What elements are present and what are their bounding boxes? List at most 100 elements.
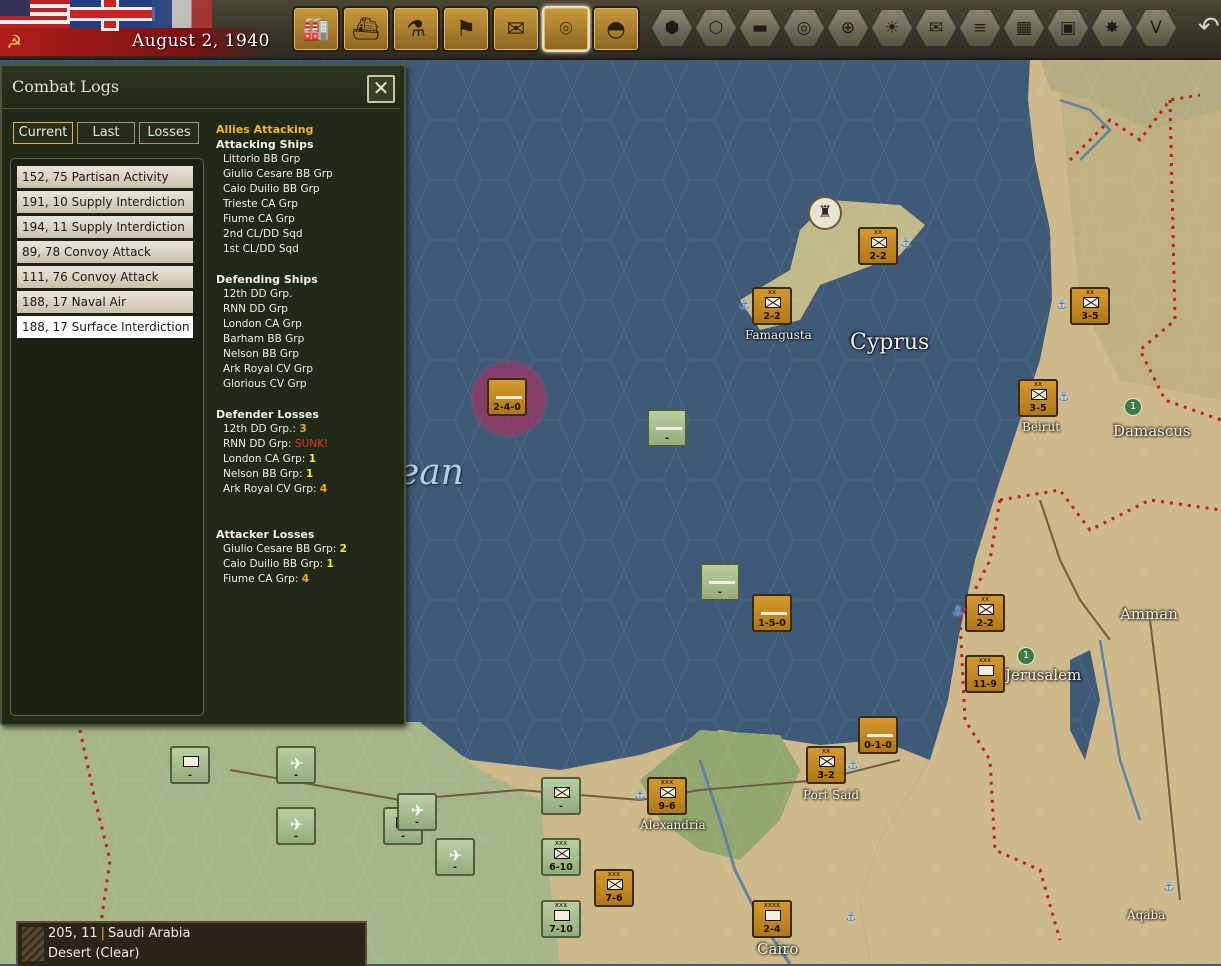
- defending-ship: London CA Grp: [223, 318, 302, 330]
- defending-ships-header: Defending Ships: [216, 273, 318, 286]
- log-entry[interactable]: 194, 11 Supply Interdiction: [17, 216, 193, 238]
- allied-unit-armor[interactable]: xxx 7-10: [541, 900, 581, 938]
- filter-grid-button[interactable]: ▦: [1004, 10, 1044, 46]
- attacking-ship: Giulio Cesare BB Grp: [223, 168, 333, 180]
- allied-air-unit[interactable]: ✈ -: [397, 793, 437, 831]
- filter-hex-grid-button[interactable]: ⬢: [652, 10, 692, 46]
- undo-icon[interactable]: ↶: [1198, 12, 1220, 42]
- axis-unit-infantry[interactable]: xxx 7-6: [594, 869, 634, 907]
- port-anchor-icon: ⚓: [847, 758, 859, 773]
- victory-point-marker: 1: [1124, 398, 1142, 416]
- axis-unit-armor[interactable]: xxx 11-9: [965, 655, 1005, 693]
- coins-icon: ◎: [796, 18, 812, 38]
- filter-naval-button[interactable]: ≡: [960, 10, 1000, 46]
- crosshair-icon: ⊕: [840, 18, 856, 38]
- filter-combat-button[interactable]: ✸: [1092, 10, 1132, 46]
- label-famagusta: Famagusta: [745, 328, 812, 342]
- filter-target-button[interactable]: ⊕: [828, 10, 868, 46]
- axis-unit-infantry[interactable]: xx 3-2: [806, 746, 846, 784]
- axis-unit-infantry[interactable]: xx 2-2: [858, 227, 898, 265]
- defending-ship: 12th DD Grp.: [223, 288, 293, 300]
- filter-weather-button[interactable]: ☀: [872, 10, 912, 46]
- log-entry[interactable]: 89, 78 Convoy Attack: [17, 241, 193, 263]
- hex-coordinates: 205, 11 | Saudi Arabia: [48, 926, 191, 941]
- helmet-icon: ◓: [606, 16, 626, 42]
- intelligence-button[interactable]: ⌾: [542, 6, 590, 52]
- reports-button[interactable]: ✉: [492, 6, 540, 52]
- grid-icon: ▦: [1015, 18, 1033, 38]
- ship-icon: ⛴: [352, 16, 380, 42]
- victory-icon: V: [1150, 18, 1162, 38]
- filter-units-button[interactable]: ▬: [740, 10, 780, 46]
- label-sea-name: ean: [398, 452, 464, 493]
- axis-unit-infantry[interactable]: xx 3-5: [1070, 287, 1110, 325]
- axis-unit-infantry[interactable]: xx 2-2: [752, 287, 792, 325]
- panel-title: Combat Logs: [12, 77, 120, 96]
- attacker-loss-row: Caio Duilio BB Grp: 1: [223, 558, 334, 570]
- tab-losses[interactable]: Losses: [139, 122, 199, 144]
- allied-unit-infantry[interactable]: -: [541, 777, 581, 815]
- allied-air-unit[interactable]: ✈ -: [276, 746, 316, 784]
- uk-flag: [70, 0, 152, 28]
- port-anchor-icon: ⚓: [1058, 390, 1070, 405]
- log-entry[interactable]: 111, 76 Convoy Attack: [17, 266, 193, 288]
- factory-icon: 🏭: [302, 16, 330, 42]
- diplomacy-button[interactable]: ⚑: [442, 6, 490, 52]
- log-entry[interactable]: 191, 10 Supply Interdiction: [17, 191, 193, 213]
- envelope-icon: ✉: [928, 18, 944, 38]
- allied-unit-infantry[interactable]: xxx 6-10: [541, 838, 581, 876]
- tab-last[interactable]: Last: [77, 122, 135, 144]
- label-beirut: Beirut: [1022, 420, 1061, 434]
- defender-loss-row: London CA Grp: 1: [223, 453, 316, 465]
- attacking-ship: 2nd CL/DD Sqd: [223, 228, 303, 240]
- defender-loss-row: Nelson BB Grp: 1: [223, 468, 314, 480]
- axis-unit-infantry[interactable]: xx 3-5: [1018, 379, 1058, 417]
- allied-air-unit[interactable]: ✈ -: [435, 838, 475, 876]
- hexagon-icon: ⬢: [664, 18, 680, 38]
- label-amman: Amman: [1120, 605, 1178, 623]
- close-button[interactable]: ✕: [367, 75, 395, 103]
- axis-naval-unit-selected[interactable]: 2-4-0: [487, 378, 527, 416]
- filter-frame-button[interactable]: ▣: [1048, 10, 1088, 46]
- filter-hex-cluster-button[interactable]: ⬡: [696, 10, 736, 46]
- defending-ship: Nelson BB Grp: [223, 348, 299, 360]
- partisan-marker[interactable]: ♜: [808, 196, 842, 230]
- allied-naval-unit[interactable]: -: [700, 563, 740, 601]
- hammer-sickle-icon: ☭: [6, 32, 23, 53]
- frame-icon: ▣: [1059, 18, 1077, 38]
- axis-unit-infantry[interactable]: xx 2-2: [965, 594, 1005, 632]
- terrain-swatch: [22, 927, 44, 961]
- axis-naval-unit[interactable]: 1-5-0: [752, 594, 792, 632]
- production-button[interactable]: 🏭: [292, 6, 340, 52]
- research-button[interactable]: ⚗: [392, 6, 440, 52]
- log-entry[interactable]: 188, 17 Naval Air Interdiction: [17, 291, 193, 331]
- axis-unit-infantry[interactable]: xxx 9-6: [647, 777, 687, 815]
- filter-resources-button[interactable]: ◎: [784, 10, 824, 46]
- filter-mail-button[interactable]: ✉: [916, 10, 956, 46]
- attacking-ship: 1st CL/DD Sqd: [223, 243, 299, 255]
- flag-icon: ⚑: [456, 16, 476, 42]
- axis-naval-unit[interactable]: 0-1-0: [858, 716, 898, 754]
- ships-icon: ≡: [972, 18, 988, 38]
- attacker-losses-header: Attacker Losses: [216, 528, 315, 541]
- allied-air-unit[interactable]: ✈ -: [276, 807, 316, 845]
- tab-current[interactable]: Current: [13, 122, 73, 144]
- combat-log-list: 152, 75 Partisan Activity 191, 10 Supply…: [10, 158, 204, 716]
- label-aqaba: Aqaba: [1127, 908, 1166, 922]
- filter-victory-button[interactable]: V: [1136, 10, 1176, 46]
- attacker-loss-row: Fiume CA Grp: 4: [223, 573, 310, 585]
- military-button[interactable]: ◓: [592, 6, 640, 52]
- axis-unit-hq[interactable]: xxxx 2-4: [752, 900, 792, 938]
- allied-naval-unit[interactable]: -: [647, 409, 687, 447]
- port-anchor-icon: ⚓: [739, 298, 751, 313]
- log-entry[interactable]: 152, 75 Partisan Activity: [17, 166, 193, 188]
- port-anchor-icon: ⚓: [634, 788, 646, 803]
- partisan-icon: ♜: [818, 202, 833, 221]
- label-damascus: Damascus: [1113, 422, 1191, 440]
- top-bar: ☭ August 2, 1940 🏭 ⛴ ⚗ ⚑ ✉ ⌾ ◓ ⬢ ⬡ ▬ ◎ ⊕…: [0, 0, 1221, 60]
- tank-icon: ▬: [751, 18, 769, 38]
- defending-ship: Ark Royal CV Grp: [223, 363, 314, 375]
- log-entry-selected[interactable]: 188, 17 Surface Interdiction: [17, 316, 193, 338]
- naval-button[interactable]: ⛴: [342, 6, 390, 52]
- allied-unit-garrison[interactable]: -: [170, 746, 210, 784]
